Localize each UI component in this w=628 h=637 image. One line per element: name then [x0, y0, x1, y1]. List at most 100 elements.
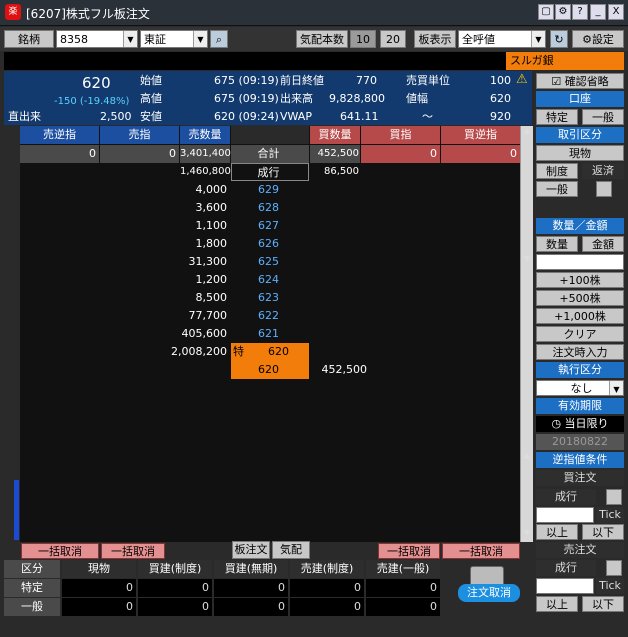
validity-date[interactable]: 20180822 — [536, 434, 624, 450]
close-button[interactable]: X — [608, 4, 624, 20]
sell-qty-627: 1,100 — [195, 219, 228, 232]
board-order-button[interactable]: 板注文 — [232, 541, 270, 559]
sell-below-button[interactable]: 以下 — [582, 596, 624, 612]
depth-indicator — [14, 480, 19, 540]
exec-value: なし — [570, 382, 593, 395]
header-buy-stop: 買逆指 — [441, 126, 520, 144]
restore-icon[interactable]: ▢ — [538, 4, 554, 20]
sell-market-checkbox[interactable] — [606, 560, 622, 576]
market-select[interactable]: 東証 ▼ — [140, 30, 208, 48]
search-icon[interactable]: ⌕ — [210, 30, 228, 48]
code-input[interactable]: 8358 ▼ — [56, 30, 138, 48]
buy-tick-label: Tick — [596, 507, 624, 523]
scroll-down-icon[interactable]: ▼ — [521, 254, 533, 266]
genbutsu-button[interactable]: 現物 — [536, 145, 624, 161]
price-627[interactable]: 627 — [231, 217, 309, 235]
sell-above-button[interactable]: 以上 — [536, 596, 578, 612]
warning-icon[interactable]: ⚠ — [516, 73, 528, 87]
scroll-up-icon[interactable]: ▲ — [521, 451, 533, 463]
cancel-all-sell-limit-button[interactable]: 一括取消 — [101, 543, 165, 559]
hensai-checkbox[interactable] — [596, 181, 612, 197]
quote-20-button[interactable]: 20 — [380, 30, 406, 48]
chevron-down-icon[interactable]: ▼ — [531, 31, 545, 47]
refresh-icon[interactable]: ↻ — [550, 30, 568, 48]
low-label: 安値 — [140, 110, 162, 123]
price-628[interactable]: 628 — [231, 199, 309, 217]
qty-button[interactable]: 数量 — [536, 236, 578, 252]
confirm-label: 確認省略 — [564, 75, 609, 88]
open-value: 675 (09:19) — [214, 74, 279, 87]
account-ippan-button[interactable]: 一般 — [582, 109, 624, 125]
cancel-order-button[interactable]: 注文取消 — [458, 584, 520, 602]
board-display-select[interactable]: 全呼値 ▼ — [458, 30, 546, 48]
quote-button[interactable]: 気配 — [272, 541, 310, 559]
market-buy-qty: 86,500 — [324, 166, 359, 177]
app-icon: 楽 — [5, 4, 21, 20]
stop-condition-header: 逆指値条件 — [536, 452, 624, 468]
exec-select[interactable]: なし ▼ — [536, 380, 624, 396]
trade-type-header: 取引区分 — [536, 127, 624, 143]
buy-above-button[interactable]: 以上 — [536, 524, 578, 540]
sell-qty-620: 2,008,200 — [171, 345, 227, 358]
chevron-down-icon[interactable]: ▼ — [193, 31, 207, 47]
order-time-input-button[interactable]: 注文時入力 — [536, 344, 624, 360]
cancel-all-sell-stop-button[interactable]: 一括取消 — [21, 543, 99, 559]
validity-today[interactable]: ◷ 当日限り — [536, 416, 624, 432]
amount-button[interactable]: 金額 — [582, 236, 624, 252]
qty-input[interactable] — [536, 254, 624, 270]
ippan-trade-button[interactable]: 一般 — [536, 181, 578, 197]
cancel-all-buy-limit-button[interactable]: 一括取消 — [378, 543, 440, 559]
position-table: 区分 現物 買建(制度) 買建(無期) 売建(制度) 売建(一般) 特定 0 0… — [4, 560, 444, 616]
chevron-down-icon[interactable]: ▼ — [123, 31, 137, 47]
seido-button[interactable]: 制度 — [536, 163, 578, 179]
hensai-label: 返済 — [582, 163, 624, 179]
account-tokutei-button[interactable]: 特定 — [536, 109, 578, 125]
buy-below-button[interactable]: 以下 — [582, 524, 624, 540]
buy-market-checkbox[interactable] — [606, 489, 622, 505]
minimize-button[interactable]: _ — [590, 4, 606, 20]
buy-trigger-input[interactable] — [536, 507, 594, 523]
add-500-button[interactable]: +500株 — [536, 290, 624, 306]
clear-button[interactable]: クリア — [536, 326, 624, 342]
order-panel: ☑ 確認省略 口座 特定 一般 取引区分 現物 制度 返済 一般 数量／金額 数… — [534, 71, 626, 616]
scroll-down-icon[interactable]: ▼ — [521, 528, 533, 540]
confirm-skip-checkbox[interactable]: ☑ 確認省略 — [536, 73, 624, 89]
price-620-special[interactable]: 620 — [260, 343, 300, 361]
header-sell-stop: 売逆指 — [20, 126, 99, 144]
order-board: 売逆指 売指 売数量 買数量 買指 買逆指 0 0 3,401,400 合計 4… — [20, 126, 520, 542]
scroll-up-icon[interactable]: ▲ — [521, 126, 533, 138]
high-value: 675 (09:19) — [214, 92, 279, 105]
price-626[interactable]: 626 — [231, 235, 309, 253]
quote-10-button[interactable]: 10 — [350, 30, 376, 48]
price-622[interactable]: 622 — [231, 307, 309, 325]
settings-button[interactable]: ⚙設定 — [572, 30, 624, 48]
price-629[interactable]: 629 — [231, 181, 309, 199]
code-label: 銘柄 — [4, 30, 54, 48]
help-icon[interactable]: ? — [572, 4, 588, 20]
pos-row-ippan-label: 一般 — [4, 598, 60, 616]
board-scrollbar[interactable]: ▲ ▼ ▲ ▼ — [520, 126, 533, 542]
total-buy-limit: 0 — [361, 145, 440, 163]
price-621[interactable]: 621 — [231, 325, 309, 343]
price-623[interactable]: 623 — [231, 289, 309, 307]
sell-trigger-input[interactable] — [536, 578, 594, 594]
total-sell-qty: 3,401,400 — [180, 145, 231, 163]
prev-close-value: 770 — [356, 74, 377, 87]
gear-icon[interactable]: ⚙ — [555, 4, 571, 20]
vwap-label: VWAP — [280, 110, 312, 123]
buy-qty-620: 452,500 — [321, 363, 368, 376]
sell-tick-label: Tick — [596, 578, 624, 594]
pos-cell: 0 — [138, 598, 212, 616]
add-1000-button[interactable]: +1,000株 — [536, 308, 624, 324]
cancel-all-buy-stop-button[interactable]: 一括取消 — [442, 543, 520, 559]
price-624[interactable]: 624 — [231, 271, 309, 289]
window-title: [6207]株式フル板注文 — [26, 7, 150, 21]
chevron-down-icon[interactable]: ▼ — [609, 381, 623, 395]
account-header: 口座 — [536, 91, 624, 107]
market-label[interactable]: 成行 — [231, 163, 309, 181]
range-label: 値幅 — [406, 92, 428, 105]
pos-cell: 0 — [62, 579, 136, 597]
add-100-button[interactable]: +100株 — [536, 272, 624, 288]
price-620[interactable]: 620 — [231, 361, 309, 379]
price-625[interactable]: 625 — [231, 253, 309, 271]
